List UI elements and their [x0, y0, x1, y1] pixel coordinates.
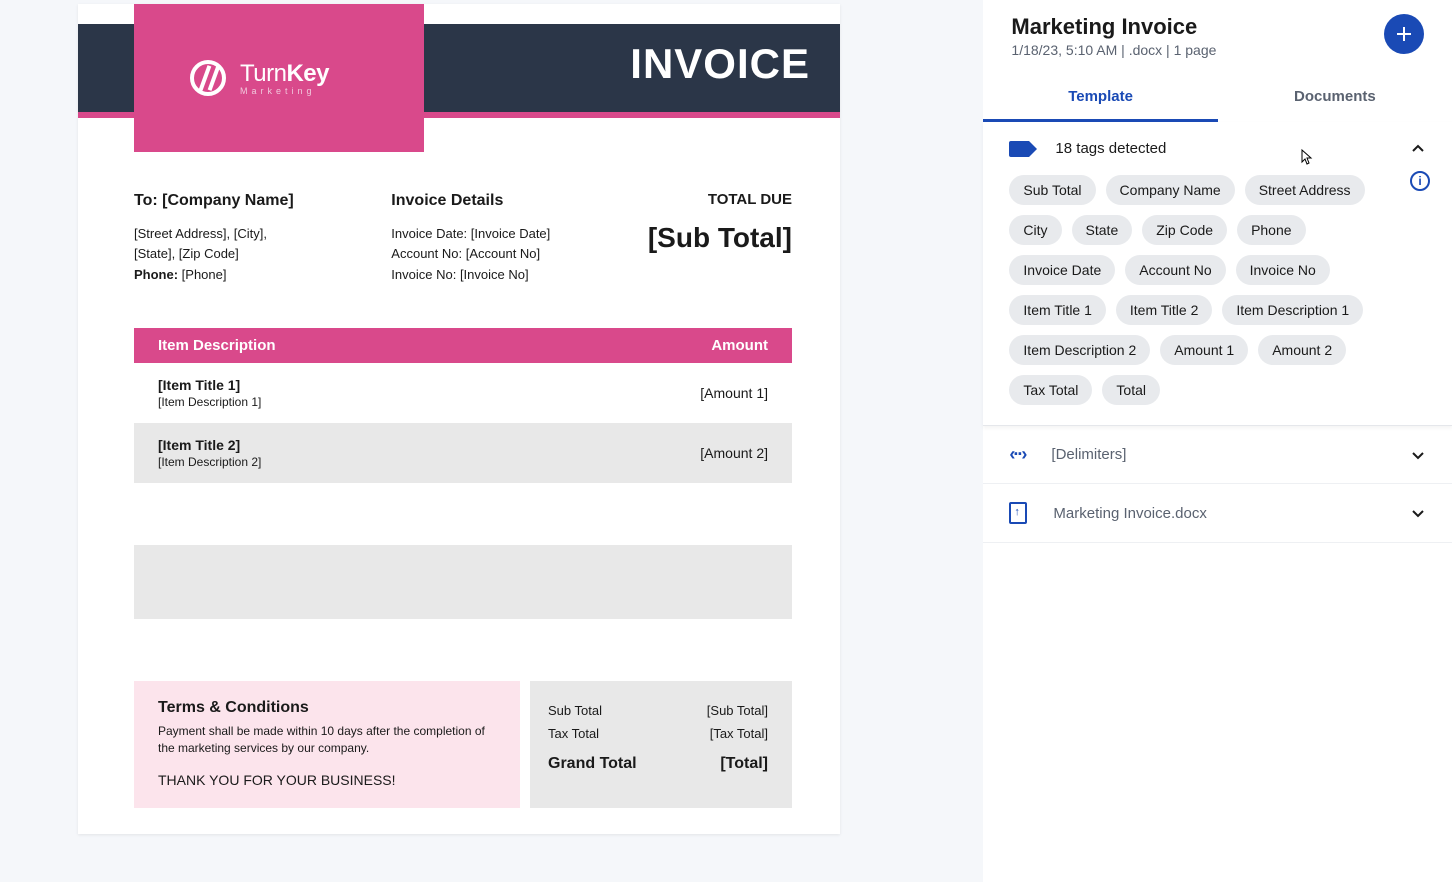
terms-body: Payment shall be made within 10 days aft…	[158, 723, 496, 757]
item-row: [Item Title 1] [Item Description 1] [Amo…	[134, 363, 792, 423]
item-amount: [Amount 1]	[700, 385, 768, 401]
chevron-down-icon	[1410, 447, 1426, 463]
grandtotal-value: [Total]	[720, 755, 768, 773]
info-icon[interactable]: i	[1410, 171, 1430, 191]
tag-chip[interactable]: Company Name	[1106, 175, 1235, 205]
totals-block: Sub Total [Sub Total] Tax Total [Tax Tot…	[530, 681, 792, 808]
tag-chip[interactable]: Invoice No	[1236, 255, 1330, 285]
tag-chip[interactable]: Total	[1102, 375, 1160, 405]
taxtotal-row: Tax Total [Tax Total]	[548, 722, 768, 745]
tag-chip[interactable]: Zip Code	[1142, 215, 1227, 245]
tab-template[interactable]: Template	[983, 74, 1217, 122]
sidebar-panel: Marketing Invoice 1/18/23, 5:10 AM | .do…	[983, 0, 1452, 882]
footer-row: Terms & Conditions Payment shall be made…	[134, 681, 792, 808]
item-title: [Item Title 1]	[158, 377, 261, 393]
bill-to-block: To: [Company Name] [Street Address], [Ci…	[134, 188, 294, 286]
invoice-no: Invoice No: [Invoice No]	[391, 265, 550, 286]
invoice-document: INVOICE TurnKey Marketing To: [Company N…	[78, 4, 840, 834]
logo-block: TurnKey Marketing	[134, 4, 424, 152]
taxtotal-value: [Tax Total]	[710, 726, 768, 741]
chevron-up-icon[interactable]	[1410, 141, 1426, 157]
document-preview-pane: INVOICE TurnKey Marketing To: [Company N…	[0, 0, 903, 882]
tag-chip[interactable]: Amount 2	[1258, 335, 1346, 365]
sidebar-subtitle: 1/18/23, 5:10 AM | .docx | 1 page	[1011, 42, 1216, 58]
item-description: [Item Description 1]	[158, 395, 261, 409]
total-due-value: [Sub Total]	[648, 216, 792, 261]
spacer-block	[134, 545, 792, 619]
bill-to-heading: To: [Company Name]	[134, 188, 294, 214]
tag-chip[interactable]: Phone	[1237, 215, 1305, 245]
items-header-row: Item Description Amount	[134, 328, 792, 363]
address-line-1: [Street Address], [City],	[134, 224, 294, 245]
add-button[interactable]	[1384, 14, 1424, 54]
tag-chip[interactable]: Sub Total	[1009, 175, 1095, 205]
tag-chip[interactable]: Invoice Date	[1009, 255, 1115, 285]
sidebar-tabs: Template Documents	[983, 74, 1452, 122]
taxtotal-label: Tax Total	[548, 726, 599, 741]
plus-icon	[1394, 24, 1414, 44]
delimiters-accordion[interactable]: ‹··› [Delimiters]	[983, 426, 1452, 484]
logo-icon	[190, 60, 226, 96]
tags-detected-label: 18 tags detected	[1055, 140, 1166, 157]
invoice-details-block: Invoice Details Invoice Date: [Invoice D…	[391, 188, 550, 286]
total-due-label: TOTAL DUE	[648, 188, 792, 212]
phone-value: [Phone]	[178, 267, 226, 282]
delimiters-icon: ‹··›	[1009, 444, 1025, 465]
tag-chip[interactable]: Account No	[1125, 255, 1225, 285]
invoice-date: Invoice Date: [Invoice Date]	[391, 224, 550, 245]
chevron-down-icon	[1410, 505, 1426, 521]
tags-section: 18 tags detected i Sub Total Company Name…	[983, 122, 1452, 426]
tag-chip[interactable]: Item Description 2	[1009, 335, 1150, 365]
logo-text: TurnKey Marketing	[240, 60, 329, 96]
address-line-2: [State], [Zip Code]	[134, 244, 294, 265]
item-amount: [Amount 2]	[700, 445, 768, 461]
file-label: Marketing Invoice.docx	[1053, 505, 1206, 522]
tags-header[interactable]: 18 tags detected	[1009, 140, 1426, 157]
sidebar-header: Marketing Invoice 1/18/23, 5:10 AM | .do…	[983, 0, 1452, 58]
subtotal-row: Sub Total [Sub Total]	[548, 699, 768, 722]
thanks-text: THANK YOU FOR YOUR BUSINESS!	[158, 771, 496, 791]
tag-icon	[1009, 141, 1029, 157]
tag-chip[interactable]: City	[1009, 215, 1061, 245]
item-row: [Item Title 2] [Item Description 2] [Amo…	[134, 423, 792, 483]
tag-chip[interactable]: Tax Total	[1009, 375, 1092, 405]
invoice-details-heading: Invoice Details	[391, 188, 550, 214]
col-item-description: Item Description	[158, 337, 276, 354]
total-due-block: TOTAL DUE [Sub Total]	[648, 188, 792, 286]
item-title: [Item Title 2]	[158, 437, 261, 453]
sidebar-title: Marketing Invoice	[1011, 14, 1216, 40]
tag-chip[interactable]: State	[1072, 215, 1133, 245]
invoice-heading: INVOICE	[630, 40, 810, 88]
phone-label: Phone:	[134, 267, 178, 282]
item-description: [Item Description 2]	[158, 455, 261, 469]
delimiters-label: [Delimiters]	[1051, 446, 1126, 463]
tag-chip[interactable]: Item Title 2	[1116, 295, 1212, 325]
items-table: Item Description Amount [Item Title 1] […	[134, 328, 792, 483]
col-amount: Amount	[711, 337, 768, 354]
tag-chip[interactable]: Street Address	[1245, 175, 1365, 205]
file-upload-icon	[1009, 502, 1027, 524]
subtotal-value: [Sub Total]	[707, 703, 768, 718]
grandtotal-label: Grand Total	[548, 755, 637, 773]
terms-heading: Terms & Conditions	[158, 699, 496, 717]
subtotal-label: Sub Total	[548, 703, 602, 718]
tag-chip[interactable]: Item Description 1	[1222, 295, 1363, 325]
tag-chip[interactable]: Amount 1	[1160, 335, 1248, 365]
invoice-body: To: [Company Name] [Street Address], [Ci…	[134, 188, 792, 808]
account-no: Account No: [Account No]	[391, 244, 550, 265]
file-accordion[interactable]: Marketing Invoice.docx	[983, 484, 1452, 543]
grandtotal-row: Grand Total [Total]	[548, 751, 768, 777]
tag-chips-container: i Sub TotalCompany NameStreet AddressCit…	[1009, 175, 1426, 405]
terms-block: Terms & Conditions Payment shall be made…	[134, 681, 520, 808]
tab-documents[interactable]: Documents	[1218, 74, 1452, 122]
tag-chip[interactable]: Item Title 1	[1009, 295, 1105, 325]
info-row: To: [Company Name] [Street Address], [Ci…	[134, 188, 792, 286]
